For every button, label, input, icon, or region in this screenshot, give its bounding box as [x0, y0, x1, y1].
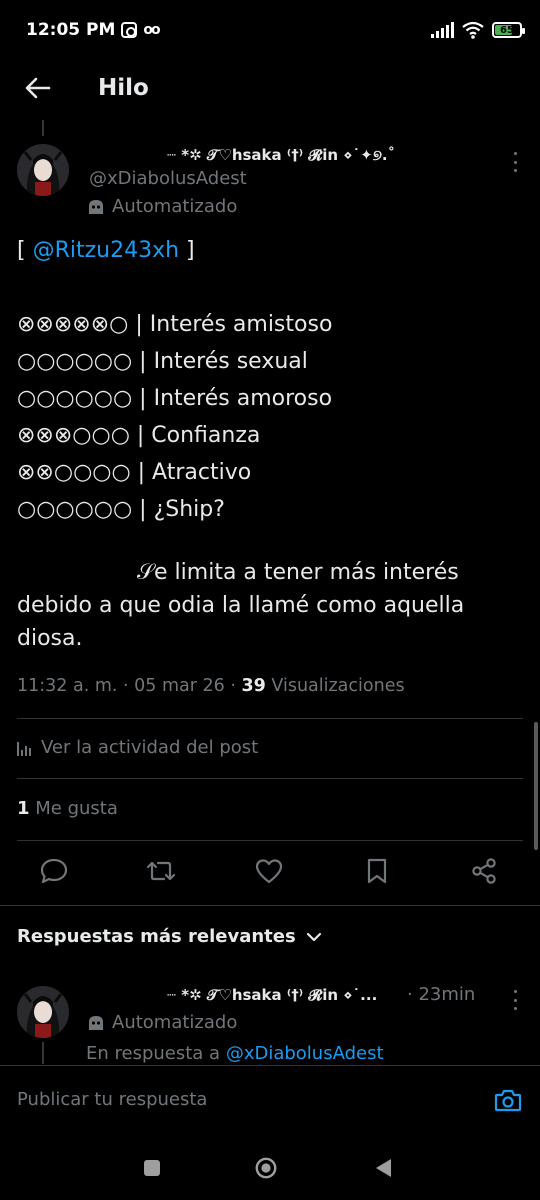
share-icon — [472, 858, 496, 884]
status-bar: 12:05 PM oo 65 — [0, 0, 540, 60]
views-count: 39 — [241, 676, 266, 696]
circle-icon — [255, 1157, 277, 1179]
square-icon — [144, 1160, 160, 1176]
replies-sort-label: Respuestas más relevantes — [17, 926, 296, 947]
more-options-icon[interactable] — [512, 152, 518, 172]
author-display-name[interactable]: ┈ *✲ 𝒯♡hsaka ⁽†⁾ 𝓡in ⋄˙✦୭.˚ — [167, 146, 395, 164]
recents-button[interactable] — [140, 1156, 164, 1180]
reply-icon — [40, 858, 68, 884]
bot-icon — [89, 199, 103, 214]
reply-to-line: En respuesta a @xDiabolusAdest — [86, 1043, 384, 1064]
analytics-icon — [17, 740, 33, 756]
reply-input[interactable] — [17, 1089, 493, 1110]
avatar-image — [17, 986, 69, 1038]
instagram-notification-icon — [121, 22, 138, 38]
avatar[interactable] — [17, 986, 69, 1038]
author-handle[interactable]: @xDiabolusAdest — [89, 168, 247, 189]
signal-icon — [431, 22, 454, 38]
status-time: 12:05 PM — [26, 20, 116, 40]
reply-item[interactable]: ┈ *✲ 𝒯♡hsaka ⁽†⁾ 𝓡in ⋄˙... · 23min Autom… — [0, 980, 540, 1064]
bot-icon — [89, 1015, 103, 1030]
page-title: Hilo — [98, 75, 149, 101]
reply-composer — [0, 1065, 540, 1133]
post-paragraph: 𝒮e limita a tener más interés debido a q… — [17, 560, 465, 651]
heart-icon — [255, 859, 283, 884]
mention-link[interactable]: @Ritzu243xh — [33, 238, 179, 263]
like-button[interactable] — [254, 856, 284, 886]
post-body: [ @Ritzu243xh ] ⊗⊗⊗⊗⊗○ | Interés amistos… — [17, 232, 527, 655]
repost-icon — [146, 861, 176, 881]
divider — [17, 718, 523, 719]
likes-count-link[interactable]: 1 Me gusta — [17, 798, 118, 819]
automated-label: Automatizado — [112, 196, 238, 217]
battery-level: 65 — [500, 24, 514, 36]
post-activity-link[interactable]: Ver la actividad del post — [17, 737, 258, 758]
bookmark-icon — [367, 858, 387, 884]
home-button[interactable] — [254, 1156, 278, 1180]
more-options-icon[interactable] — [512, 990, 518, 1010]
battery-icon: 65 — [492, 22, 525, 38]
chevron-down-icon — [306, 932, 321, 941]
thread-connector — [42, 1042, 44, 1064]
stat-line: ○○○○○○ | ¿Ship? — [17, 497, 225, 522]
replies-sort-dropdown[interactable]: Respuestas más relevantes — [17, 926, 322, 947]
repost-button[interactable] — [146, 856, 176, 886]
mention-line: [ @Ritzu243xh ] — [17, 238, 195, 263]
stat-line: ○○○○○○ | Interés sexual — [17, 349, 308, 374]
top-header: Hilo — [0, 60, 540, 116]
stat-line: ⊗⊗⊗○○○ | Confianza — [17, 423, 261, 448]
automated-label: Automatizado — [112, 1012, 238, 1033]
post-actions-bar — [0, 856, 540, 896]
wifi-icon — [462, 21, 484, 39]
system-navigation-bar — [0, 1134, 540, 1200]
divider — [17, 840, 523, 841]
activity-label: Ver la actividad del post — [41, 737, 259, 758]
reply-time: · 23min — [407, 984, 476, 1005]
avatar-image — [17, 144, 69, 196]
post-timestamp: 11:32 a. m. · 05 mar 26 · — [17, 676, 242, 696]
thread-connector — [42, 120, 44, 136]
reply-to-handle[interactable]: @xDiabolusAdest — [226, 1043, 384, 1064]
reply-author-name[interactable]: ┈ *✲ 𝒯♡hsaka ⁽†⁾ 𝓡in ⋄˙... — [167, 986, 377, 1004]
automated-badge: Automatizado — [86, 1012, 237, 1033]
camera-button[interactable] — [493, 1085, 523, 1115]
divider — [17, 778, 523, 779]
bookmark-button[interactable] — [362, 856, 392, 886]
stat-line: ⊗⊗○○○○ | Atractivo — [17, 460, 252, 485]
divider — [0, 905, 540, 906]
avatar[interactable] — [17, 144, 69, 196]
scrollbar[interactable] — [534, 722, 538, 850]
camera-icon — [494, 1089, 522, 1111]
triangle-back-icon — [376, 1159, 391, 1177]
share-button[interactable] — [469, 856, 499, 886]
automated-badge: Automatizado — [86, 196, 237, 217]
arrow-left-icon — [25, 77, 51, 99]
stat-line: ⊗⊗⊗⊗⊗○ | Interés amistoso — [17, 312, 333, 337]
back-button[interactable] — [18, 68, 58, 108]
back-nav-button[interactable] — [372, 1156, 396, 1180]
post-meta: 11:32 a. m. · 05 mar 26 · 39 Visualizaci… — [17, 676, 405, 696]
likes-count: 1 — [17, 798, 30, 819]
reply-button[interactable] — [39, 856, 69, 886]
stat-line: ○○○○○○ | Interés amoroso — [17, 386, 333, 411]
voicemail-icon: oo — [143, 22, 160, 38]
